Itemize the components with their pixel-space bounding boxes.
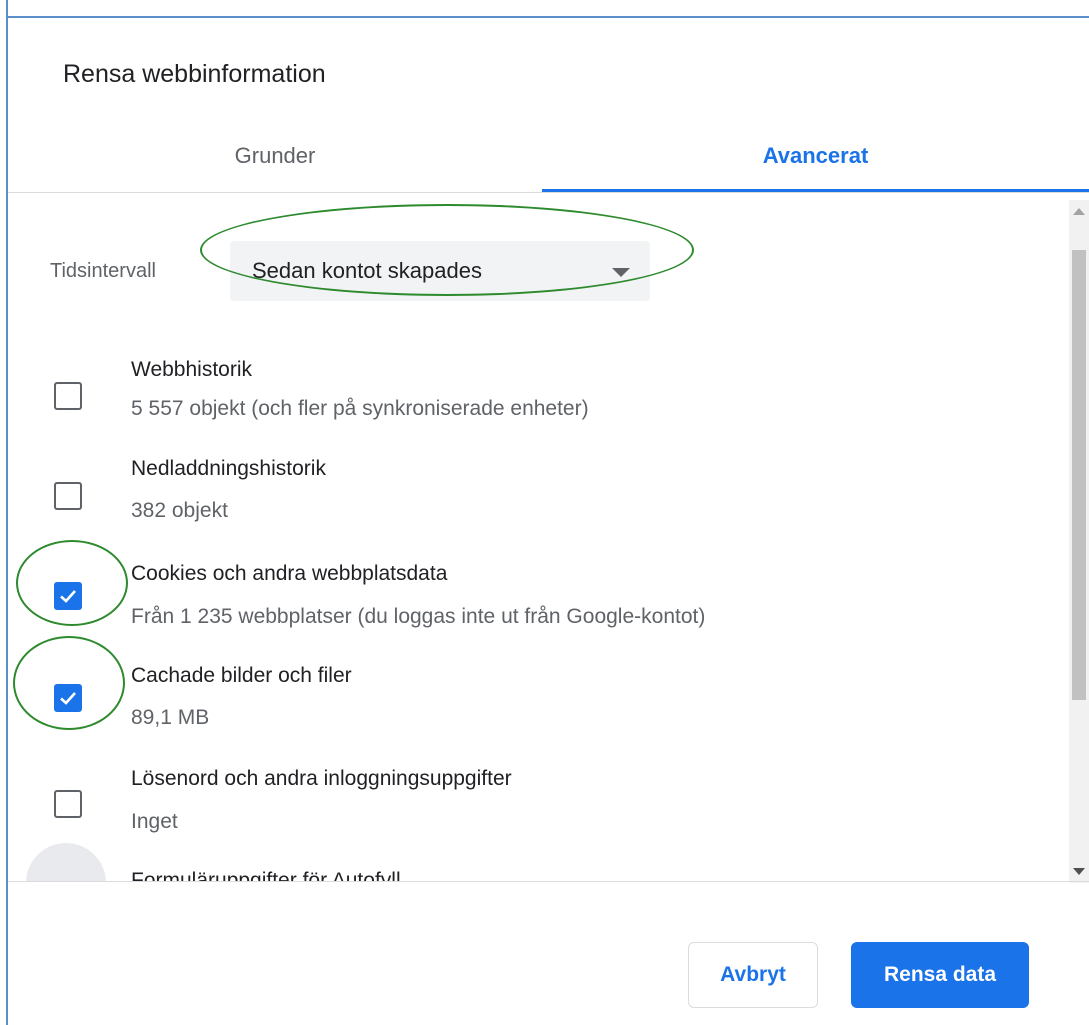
passwords-checkbox[interactable] [54, 790, 82, 818]
dialog-title: Rensa webbinformation [63, 60, 326, 88]
item-title: Webbhistorik [131, 358, 252, 381]
item-subtitle: 5 557 objekt (och fler på synkroniserade… [131, 397, 589, 420]
list-item-autofill[interactable]: Formuläruppgifter för Autofyll [8, 858, 1068, 881]
browsing-history-checkbox[interactable] [54, 382, 82, 410]
scroll-down-arrow-icon[interactable] [1073, 868, 1085, 875]
list-item-cookies[interactable]: Cookies och andra webbplatsdata Från 1 2… [8, 546, 1068, 650]
cached-images-checkbox[interactable] [54, 684, 82, 712]
vertical-scrollbar[interactable] [1069, 200, 1089, 883]
time-range-label: Tidsintervall [50, 259, 156, 282]
list-item-passwords[interactable]: Lösenord och andra inloggningsuppgifter … [8, 754, 1068, 858]
item-title: Lösenord och andra inloggningsuppgifter [131, 767, 512, 790]
cancel-button[interactable]: Avbryt [688, 942, 818, 1008]
time-range-dropdown[interactable]: Sedan kontot skapades [230, 241, 650, 301]
window-left-edge [0, 0, 8, 1025]
dropdown-arrow-icon [612, 268, 630, 277]
item-subtitle: Från 1 235 webbplatser (du loggas inte u… [131, 605, 706, 628]
item-title: Formuläruppgifter för Autofyll [131, 869, 401, 881]
item-subtitle: Inget [131, 810, 178, 833]
item-title: Cookies och andra webbplatsdata [131, 562, 448, 585]
list-item-browsing-history[interactable]: Webbhistorik 5 557 objekt (och fler på s… [8, 338, 1068, 442]
time-range-row: Tidsintervall [50, 241, 156, 301]
tab-bar: Grunder Avancerat [8, 120, 1089, 192]
options-scroll-area[interactable]: Tidsintervall Sedan kontot skapades Webb… [8, 193, 1089, 881]
time-range-value: Sedan kontot skapades [252, 258, 482, 283]
item-title: Cachade bilder och filer [131, 664, 352, 687]
clear-browsing-data-dialog: Rensa webbinformation Grunder Avancerat … [8, 18, 1089, 1025]
list-item-download-history[interactable]: Nedladdningshistorik 382 objekt [8, 442, 1068, 546]
tab-basic[interactable]: Grunder [8, 120, 542, 192]
checkmark-icon [60, 692, 76, 705]
checkmark-icon [60, 590, 76, 603]
window-top-edge [0, 0, 1089, 18]
scroll-up-arrow-icon[interactable] [1073, 208, 1085, 215]
tab-advanced[interactable]: Avancerat [542, 120, 1089, 192]
cookies-checkbox[interactable] [54, 582, 82, 610]
download-history-checkbox[interactable] [54, 482, 82, 510]
item-subtitle: 382 objekt [131, 499, 228, 522]
item-title: Nedladdningshistorik [131, 457, 326, 480]
item-subtitle: 89,1 MB [131, 706, 210, 729]
dialog-footer: Avbryt Rensa data [8, 882, 1089, 1025]
scrollbar-thumb[interactable] [1072, 250, 1086, 700]
clear-data-button[interactable]: Rensa data [851, 942, 1029, 1008]
list-item-cached-images[interactable]: Cachade bilder och filer 89,1 MB [8, 650, 1068, 754]
